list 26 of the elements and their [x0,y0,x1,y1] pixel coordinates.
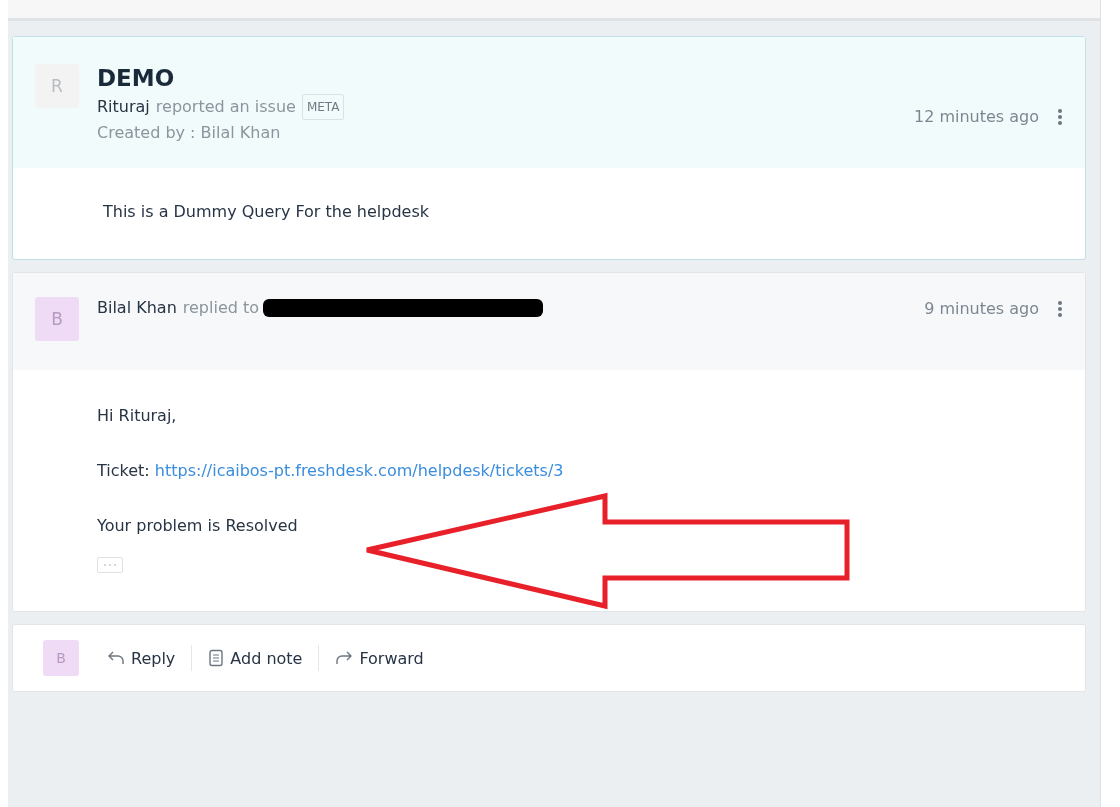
ticket-line: Ticket: https://icaibos-pt.freshdesk.com/helpdesk/tickets/3 [97,461,565,480]
forward-arrow-icon [335,649,354,667]
meta-tag: META [301,94,345,120]
avatar: R [35,64,79,108]
reporter-name: Rituraj [97,96,150,118]
greeting-text: Hi Rituraj, [97,406,178,425]
ellipsis-icon [103,563,117,567]
author-name: Bilal Khan [97,297,177,319]
avatar: B [43,640,79,676]
ticket-description: This is a Dummy Query For the helpdesk [103,202,431,221]
timestamp: 12 minutes ago [913,107,1039,126]
note-button[interactable]: Add note [192,648,319,668]
created-by-text: Created by : Bilal Khan [97,122,281,144]
action-text: reported an issue [155,96,296,118]
ticket-link[interactable]: https://icaibos-pt.freshdesk.com/helpdesk/tickets/3 [154,461,564,480]
timestamp: 9 minutes ago [924,299,1039,318]
message-text: Your problem is Resolved [97,516,299,535]
reply-button[interactable]: Reply [91,648,192,668]
note-icon [208,649,225,667]
more-options-icon[interactable] [1057,108,1063,126]
more-options-icon[interactable] [1057,300,1063,318]
ticket-title: DEMO [97,64,176,92]
reply-arrow-icon [107,649,125,667]
action-text: replied to [182,297,260,319]
forward-button[interactable]: Forward [319,648,440,668]
avatar: B [35,297,79,341]
